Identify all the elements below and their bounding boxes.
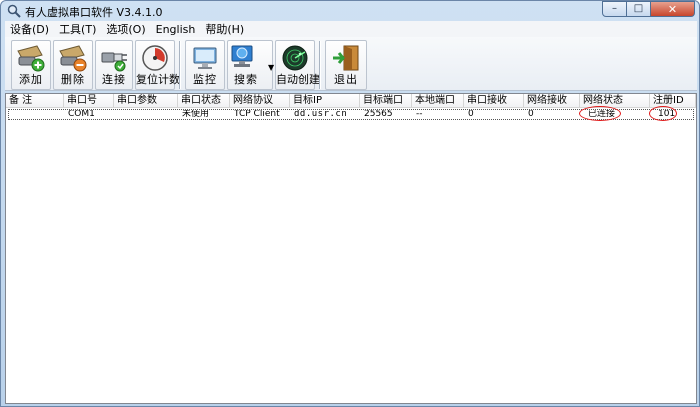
col-net-rx[interactable]: 网络接收 [524,94,580,108]
window-title: 有人虚拟串口软件 V3.4.1.0 [25,6,163,19]
cell-target-port: 25565 [364,110,393,119]
col-serial-rx[interactable]: 串口接收 [464,94,524,108]
col-local-port[interactable]: 本地端口 [412,94,464,108]
exit-door-icon [333,45,359,71]
plug-connect-icon [101,52,127,72]
cell-serial-rx: 0 [468,110,474,119]
connect-button[interactable]: 连接 [95,40,133,90]
network-search-icon [231,45,253,67]
magnifier-icon [7,4,21,18]
add-button[interactable]: 添加 [11,40,51,90]
menu-english[interactable]: English [151,23,201,36]
cell-net-rx: 0 [528,110,534,119]
delete-button[interactable]: 删除 [53,40,93,90]
delete-label: 删除 [61,73,85,86]
port-list[interactable]: 备 注 串口号 串口参数 串口状态 网络协议 目标IP 目标端口 本地端口 串口… [5,93,697,404]
col-port-status[interactable]: 串口状态 [178,94,230,108]
app-window: 有人虚拟串口软件 V3.4.1.0 – □ ✕ 设备(D) 工具(T) 选项(O… [0,0,700,407]
exit-label: 退出 [334,73,358,86]
cell-note [9,110,65,120]
col-protocol[interactable]: 网络协议 [230,94,290,108]
close-button[interactable]: ✕ [651,1,695,17]
connect-label: 连接 [102,73,126,86]
auto-create-label: 自动创建 [276,73,320,86]
cell-protocol: TCP Client [234,110,280,119]
col-target-ip[interactable]: 目标IP [290,94,360,108]
toolbar: 添加 删除 连接 复位计数 监控 ▼ 搜索 自动创建 退出 [5,37,697,91]
reset-count-button[interactable]: 复位计数 [135,40,180,90]
serial-plug-remove-icon [59,45,87,72]
menu-tools[interactable]: 工具(T) [54,21,101,37]
col-port[interactable]: 串口号 [64,94,114,108]
menu-device[interactable]: 设备(D) [5,21,54,37]
monitor-label: 监控 [193,73,217,86]
cell-local-port: -- [416,110,423,119]
auto-create-button[interactable]: 自动创建 [275,40,320,90]
exit-button[interactable]: 退出 [325,40,367,90]
col-note[interactable]: 备 注 [6,94,64,108]
highlight-ring-net-status [579,106,621,121]
serial-plug-add-icon [17,45,45,72]
cell-params [115,110,179,120]
monitor-button[interactable]: 监控 [185,40,225,90]
col-params[interactable]: 串口参数 [114,94,178,108]
col-target-port[interactable]: 目标端口 [360,94,412,108]
cell-target-ip: dd.usr.cn [294,110,348,119]
add-label: 添加 [19,73,43,86]
gauge-reset-icon [142,45,168,71]
chevron-down-icon[interactable]: ▼ [268,63,274,72]
title-bar[interactable]: 有人虚拟串口软件 V3.4.1.0 – □ ✕ [1,1,699,21]
search-label: 搜索 [234,73,258,86]
menu-help[interactable]: 帮助(H) [200,21,249,37]
menu-options[interactable]: 选项(O) [101,21,150,37]
monitor-icon [193,47,217,69]
cell-port: COM1 [68,110,95,119]
highlight-ring-reg-id [649,106,677,121]
toolbar-separator [319,41,321,89]
maximize-button[interactable]: □ [627,1,651,17]
reset-count-label: 复位计数 [136,73,180,86]
menu-bar: 设备(D) 工具(T) 选项(O) English 帮助(H) [5,21,697,37]
search-button[interactable]: ▼ 搜索 [227,40,274,90]
toolbar-separator [179,41,181,89]
minimize-button[interactable]: – [602,1,627,17]
radar-icon [282,45,308,71]
cell-port-status: 未使用 [182,110,210,119]
